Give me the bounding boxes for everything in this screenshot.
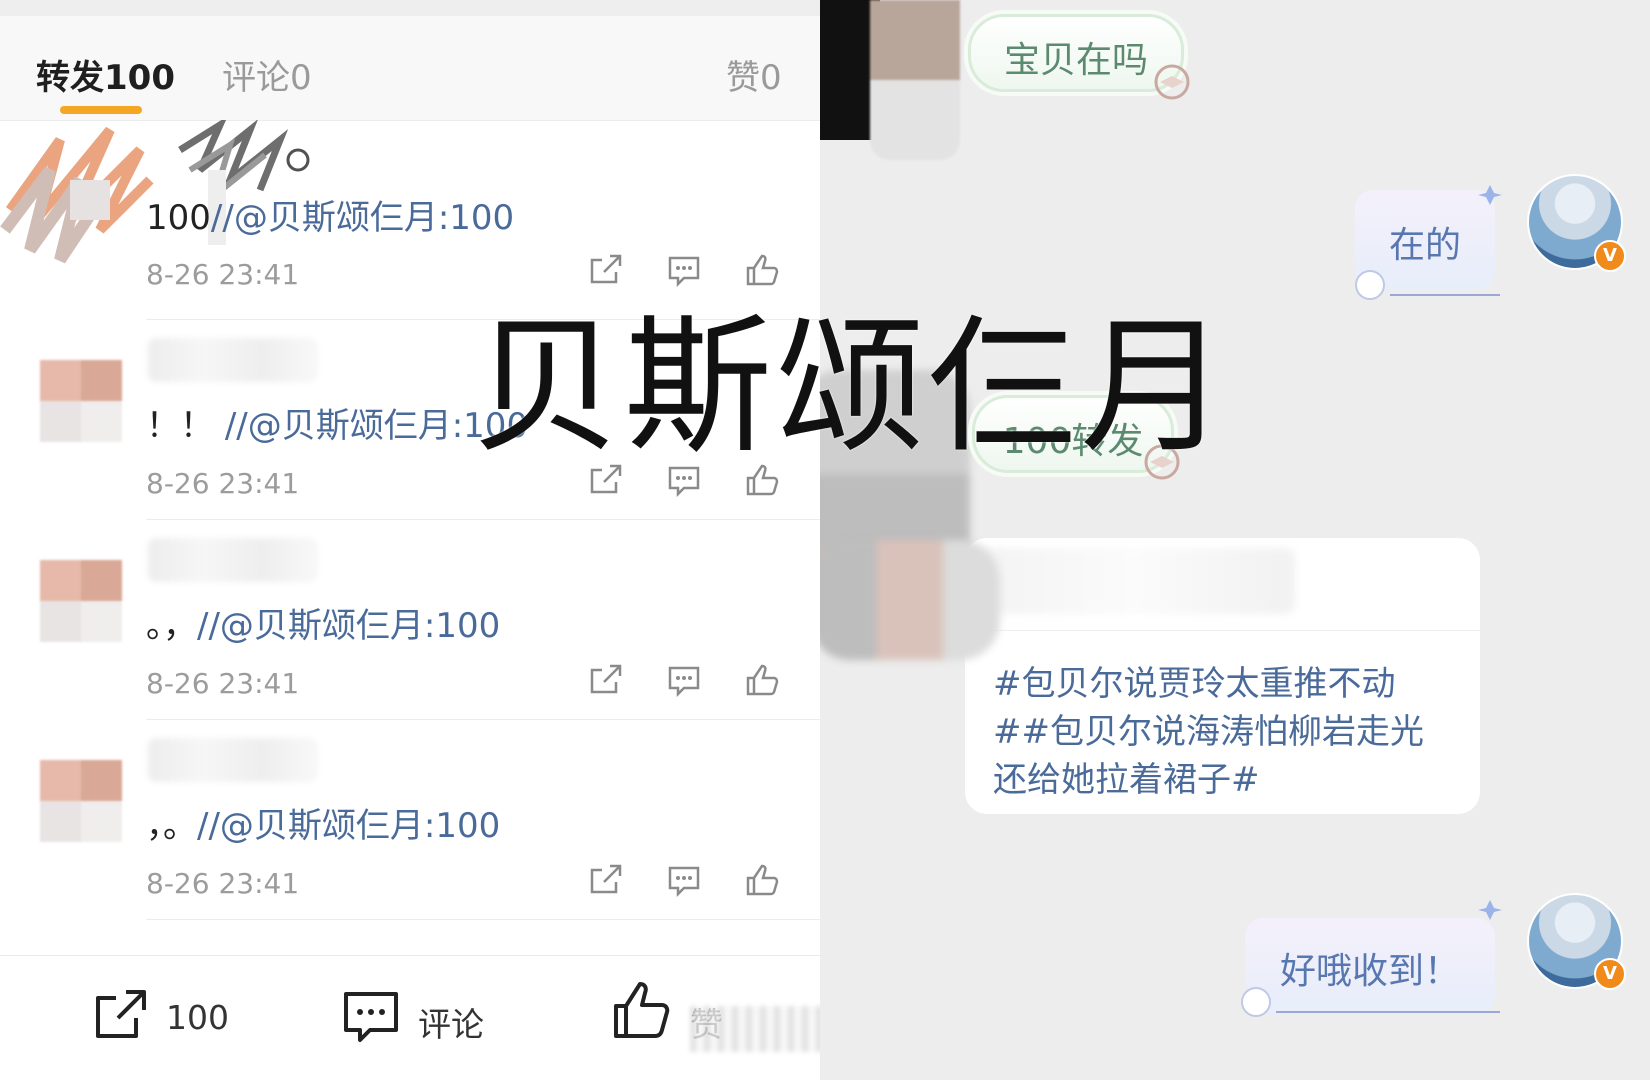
repost-text: ，。//@贝斯颂仨月:100 — [146, 798, 500, 847]
share-icon — [96, 990, 146, 1038]
redaction-blur — [975, 548, 1295, 614]
comment-icon[interactable] — [664, 660, 704, 700]
repost-prefix: 100 — [146, 198, 211, 238]
avatar — [40, 360, 122, 442]
share-icon[interactable] — [586, 660, 626, 700]
card-tag-line[interactable]: 还给她拉着裙子# — [993, 752, 1260, 801]
like-icon[interactable] — [742, 860, 782, 900]
card-tag-line[interactable]: ##包贝尔说海涛怕柳岩走光 — [993, 704, 1424, 753]
repost-mention[interactable]: //@贝斯颂仨月:100 — [197, 806, 500, 846]
username — [148, 538, 318, 582]
comment-icon — [344, 992, 398, 1042]
repost-text: ！！ //@贝斯颂仨月:100 — [146, 398, 528, 447]
repost-text: 。，//@贝斯颂仨月:100 — [146, 598, 500, 647]
share-icon[interactable] — [586, 860, 626, 900]
username — [148, 338, 318, 382]
repost-text: 100//@贝斯颂仨月:100 — [146, 190, 514, 239]
verified-badge: V — [1594, 958, 1626, 990]
bow-icon — [1154, 64, 1190, 100]
repost-time: 8-26 23:41 — [146, 258, 300, 291]
redaction-blur — [690, 1006, 820, 1052]
repost-prefix: ，。 — [146, 806, 197, 846]
like-icon[interactable] — [742, 660, 782, 700]
repost-time: 8-26 23:41 — [146, 467, 300, 500]
like-icon — [614, 982, 670, 1038]
repost-count: 100 — [166, 998, 229, 1037]
watermark-text: 贝斯颂仨月 — [472, 301, 1232, 473]
comment-label: 评论 — [418, 1005, 484, 1044]
sticker-frame-decoration — [1355, 185, 1502, 300]
repost-button[interactable]: 100 — [92, 986, 242, 1046]
status-strip — [0, 0, 820, 16]
active-tab-indicator — [60, 106, 142, 114]
avatar — [820, 540, 1000, 660]
bottom-action-bar: 100 评论 赞 — [0, 955, 820, 1080]
divider — [146, 919, 820, 920]
verified-badge: V — [1594, 240, 1626, 272]
avatar — [870, 0, 960, 160]
tab-likes[interactable]: 赞0 — [726, 50, 782, 99]
comment-button[interactable]: 评论 — [340, 986, 490, 1046]
shared-post-card[interactable]: #包贝尔说贾玲太重推不动 ##包贝尔说海涛怕柳岩走光 还给她拉着裙子# — [965, 538, 1480, 814]
repost-mention[interactable]: //@贝斯颂仨月:100 — [197, 606, 500, 646]
tab-reposts[interactable]: 转发100 — [36, 50, 175, 99]
comment-icon[interactable] — [664, 860, 704, 900]
card-tag-line[interactable]: #包贝尔说贾玲太重推不动 — [993, 656, 1396, 705]
repost-item[interactable]: ，。//@贝斯颂仨月:100 8-26 23:41 — [0, 720, 820, 920]
avatar — [40, 560, 122, 642]
chat-panel: 宝贝在吗 在的 V 100转发 #包贝尔说贾玲太重推不动 ##包贝尔说海涛怕柳岩… — [820, 0, 1650, 1080]
repost-prefix: 。， — [146, 606, 197, 646]
repost-mention[interactable]: //@贝斯颂仨月:100 — [211, 198, 514, 238]
tab-bar: 转发100 评论0 赞0 — [0, 16, 820, 121]
repost-prefix: ！！ — [146, 406, 225, 446]
repost-time: 8-26 23:41 — [146, 867, 300, 900]
repost-time: 8-26 23:41 — [146, 667, 300, 700]
tab-comments[interactable]: 评论0 — [222, 50, 312, 99]
avatar — [40, 760, 122, 842]
repost-panel: 转发100 评论0 赞0 100//@贝斯颂仨月:100 8-26 23:41 — [0, 0, 820, 1080]
repost-item[interactable]: 。，//@贝斯颂仨月:100 8-26 23:41 — [0, 520, 820, 720]
card-header — [965, 538, 1480, 631]
username — [148, 738, 318, 782]
sticker-frame-decoration — [1241, 900, 1502, 1017]
